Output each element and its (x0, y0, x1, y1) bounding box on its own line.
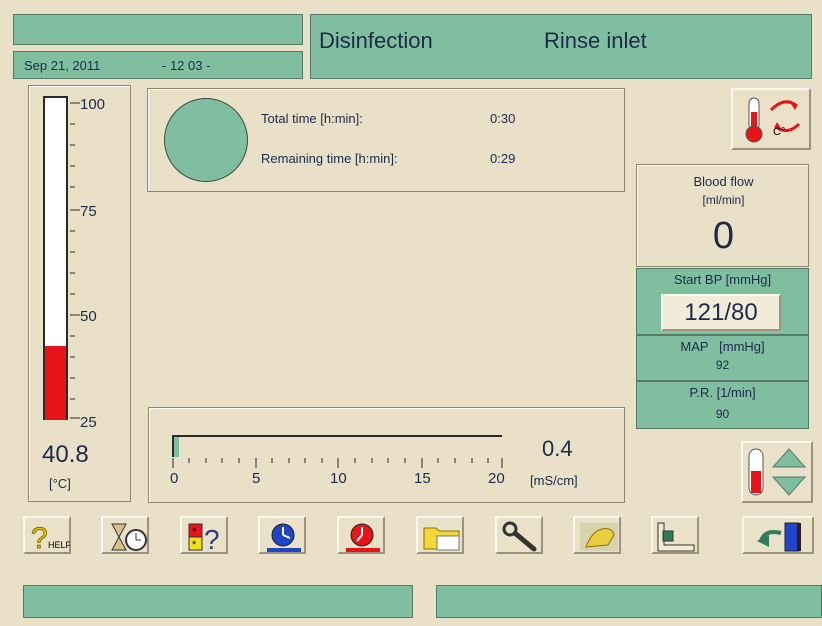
cond-tick-15: 15 (414, 470, 431, 487)
svg-text:?: ? (204, 524, 220, 553)
svg-text:?: ? (31, 522, 48, 553)
thermometer-cycle-icon: C° (745, 97, 801, 143)
red-clock-icon (346, 523, 380, 552)
status-bar-right (436, 585, 822, 618)
clock-red-button[interactable] (337, 516, 385, 554)
blood-panel: Blood flow [ml/min] 0 Start BP [mmHg] 12… (636, 164, 809, 429)
remaining-time-value: 0:29 (490, 151, 516, 166)
date-time-bar: Sep 21, 2011 - 12 03 - (13, 51, 303, 79)
svg-text:*: * (192, 526, 197, 538)
tick-marks (70, 102, 80, 419)
time-text: - 12 03 - (162, 58, 211, 73)
conductivity-unit: [mS/cm] (530, 473, 578, 488)
exit-button[interactable] (742, 516, 814, 554)
timer-panel: Total time [h:min]: 0:30 Remaining time … (147, 88, 625, 192)
timer-button[interactable] (101, 516, 149, 554)
total-time-value: 0:30 (490, 111, 516, 126)
help-icon: ? HELP (31, 522, 71, 554)
service-button[interactable] (495, 516, 543, 554)
map-value: 92 (715, 358, 730, 372)
temperature-panel: 100 75 50 25 40.8 [°C] (28, 85, 131, 502)
remaining-time-label: Remaining time [h:min]: (261, 151, 398, 166)
mode-bar: Disinfection Rinse inlet (310, 14, 812, 79)
thermo-up-down-icon (748, 448, 807, 496)
svg-text:C°: C° (773, 126, 785, 138)
conductivity-bar (172, 435, 502, 457)
blood-flow-unit: [ml/min] (702, 193, 745, 207)
wrench-icon (502, 521, 537, 552)
exit-door-icon (757, 522, 801, 552)
scale-label-100: 100 (80, 96, 106, 113)
blood-flow-value: 0 (712, 215, 735, 257)
svg-text:HELP: HELP (48, 540, 70, 550)
arm-bp-button[interactable] (651, 516, 699, 554)
scale-label-25: 25 (80, 414, 97, 431)
temperature-adjust-button[interactable] (741, 441, 813, 503)
conductivity-panel: 0 5 10 15 20 0.4 [mS/cm] (148, 407, 625, 503)
start-bp-button[interactable]: 121/80 (661, 294, 781, 331)
thermometer-ticks (70, 96, 80, 420)
arm-cuff-icon (657, 522, 695, 552)
cond-tick-0: 0 (170, 470, 179, 487)
blood-flow-label: Blood flow (693, 174, 754, 189)
alarm-question-icon: * * ? (188, 523, 220, 553)
scale-label-75: 75 (80, 203, 97, 220)
timer-circle-icon (164, 98, 248, 182)
help-button[interactable]: ? HELP (23, 516, 71, 554)
scale-label-50: 50 (80, 308, 97, 325)
date-text: Sep 21, 2011 (24, 58, 101, 73)
total-time-label: Total time [h:min]: (261, 111, 363, 126)
alarm-help-button[interactable]: * * ? (180, 516, 228, 554)
mode-title: Disinfection (319, 28, 433, 53)
blue-clock-icon (267, 523, 301, 552)
folder-card-button[interactable] (416, 516, 464, 554)
thermometer-fill (45, 345, 66, 420)
step-title: Rinse inlet (544, 28, 647, 53)
folder-card-icon (423, 527, 460, 551)
header-blank-field (13, 14, 303, 45)
temperature-unit-button[interactable]: C° (731, 88, 811, 150)
cond-tick-5: 5 (252, 470, 261, 487)
cleaning-hand-icon (580, 523, 618, 551)
conductivity-fill (174, 437, 179, 457)
pulse-rate-box: P.R. [1/min] 90 (636, 381, 809, 429)
hourglass-clock-icon (111, 523, 147, 551)
start-bp-box: Start BP [mmHg] 121/80 (636, 268, 809, 335)
pulse-rate-label: P.R. [1/min] (689, 385, 756, 400)
cond-tick-10: 10 (330, 470, 347, 487)
status-bar-left (23, 585, 413, 618)
map-label: MAP [mmHg] (680, 339, 765, 354)
pulse-rate-value: 90 (715, 407, 730, 421)
cond-tick-20: 20 (488, 470, 505, 487)
start-bp-label: Start BP [mmHg] (673, 272, 772, 287)
thermometer-tube (43, 96, 68, 420)
temperature-unit: [°C] (49, 476, 71, 491)
clock-blue-button[interactable] (258, 516, 306, 554)
conductivity-value: 0.4 (542, 436, 573, 461)
cleaning-button[interactable] (573, 516, 621, 554)
svg-text:*: * (192, 539, 197, 551)
temperature-value: 40.8 (42, 441, 89, 468)
blood-flow-box: Blood flow [ml/min] 0 (636, 164, 809, 267)
map-box: MAP [mmHg] 92 (636, 335, 809, 381)
